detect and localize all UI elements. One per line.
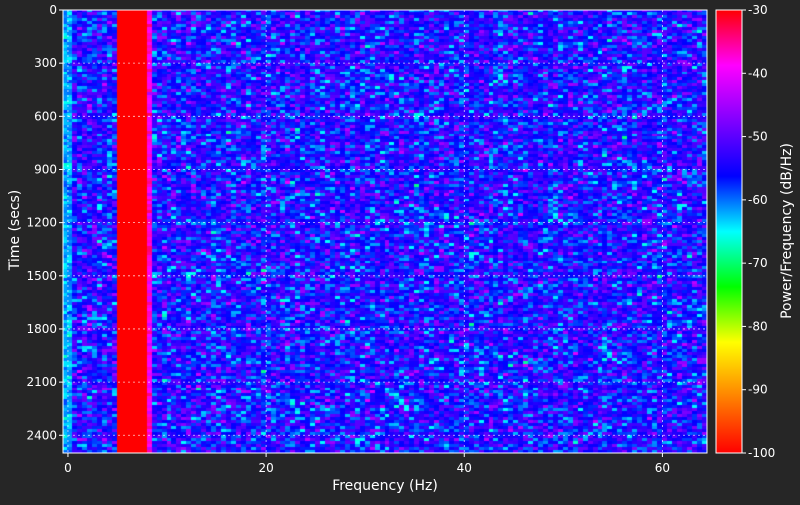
y-tick-label: 600 bbox=[34, 109, 57, 123]
colorbar-tick-label: -90 bbox=[748, 383, 768, 397]
colorbar-tick-label: -50 bbox=[748, 130, 768, 144]
colorbar-tick-label: -60 bbox=[748, 193, 768, 207]
colorbar bbox=[715, 9, 743, 454]
y-tick-label: 1200 bbox=[26, 216, 57, 230]
y-tick-label: 2100 bbox=[26, 375, 57, 389]
x-tick-label: 40 bbox=[457, 461, 472, 475]
y-tick-label: 0 bbox=[49, 3, 57, 17]
chart-svg: 0 20 40 60 0 300 600 900 1200 1500 1800 2100 2400 F… bbox=[0, 0, 800, 500]
y-tick-label: 1800 bbox=[26, 322, 57, 336]
y-tick-label: 900 bbox=[34, 162, 57, 176]
y-tick-label: 2400 bbox=[26, 428, 57, 442]
x-tick-label: 60 bbox=[655, 461, 670, 475]
colorbar-label: Power/Frequency (dB/Hz) bbox=[779, 143, 795, 319]
colorbar-tick-label: -30 bbox=[748, 3, 768, 17]
x-tick-label: 0 bbox=[64, 461, 72, 475]
x-tick-label: 20 bbox=[258, 461, 273, 475]
colorbar-tick-label: -100 bbox=[748, 446, 775, 460]
colorbar-tick-label: -80 bbox=[748, 319, 768, 333]
plot-area bbox=[63, 10, 707, 453]
y-axis-label: Time (secs) bbox=[7, 190, 23, 272]
heatmap-cells bbox=[63, 10, 707, 453]
y-tick-label: 1500 bbox=[26, 269, 57, 283]
spectrogram-chart: 0 20 40 60 0 300 600 900 1200 1500 1800 2100 2400 F… bbox=[0, 0, 800, 500]
y-tick-label: 300 bbox=[34, 56, 57, 70]
x-axis-label: Frequency (Hz) bbox=[332, 478, 438, 494]
colorbar-tick-label: -40 bbox=[748, 66, 768, 80]
colorbar-tick-label: -70 bbox=[748, 256, 768, 270]
